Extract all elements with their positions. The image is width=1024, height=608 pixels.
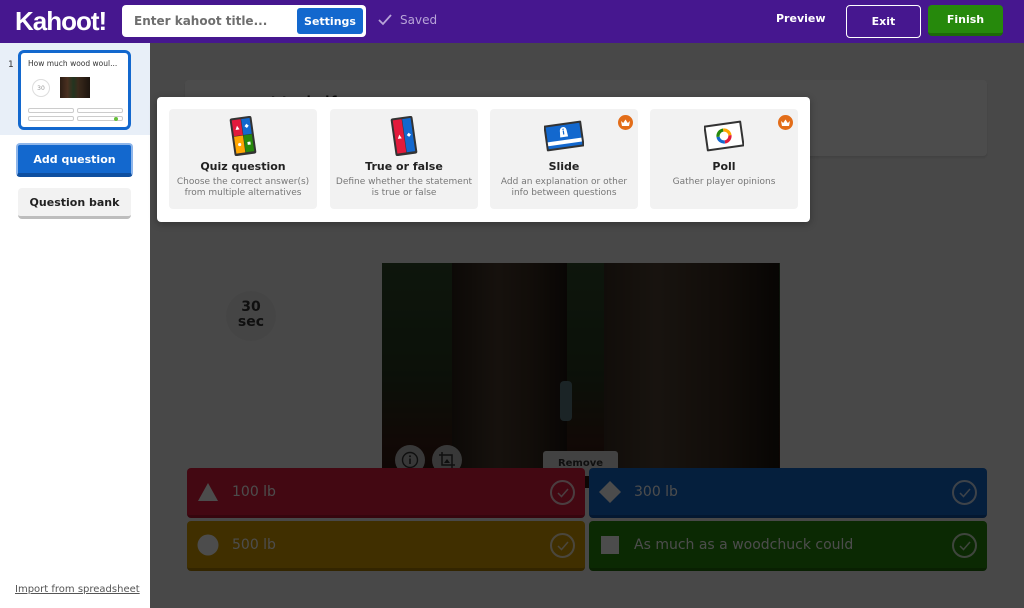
kahoot-title-field: Settings	[122, 5, 366, 37]
thumbnail-answer	[28, 108, 74, 113]
quiz-title: Quiz question	[200, 160, 286, 173]
saved-label: Saved	[400, 13, 438, 27]
slide-description: Add an explanation or other info between…	[500, 177, 628, 198]
question-type-true-false[interactable]: True or false Define whether the stateme…	[330, 109, 478, 209]
poll-icon	[703, 116, 745, 156]
question-type-picker: Quiz question Choose the correct answer(…	[157, 97, 810, 222]
thumbnail-answer	[77, 116, 123, 121]
correct-dot-icon	[114, 117, 118, 121]
true-false-title: True or false	[365, 160, 443, 173]
slide-list-item[interactable]: 1 How much wood woul... 30	[0, 43, 150, 135]
checkmark-icon	[378, 14, 392, 26]
finish-button[interactable]: Finish	[928, 5, 1003, 36]
true-false-icon	[384, 115, 424, 157]
question-type-poll[interactable]: Poll Gather player opinions	[650, 109, 798, 209]
kahoot-logo[interactable]: Kahoot!	[15, 6, 107, 37]
slide-thumbnail-image	[60, 77, 90, 98]
thumbnail-answer	[77, 108, 123, 113]
exit-button[interactable]: Exit	[846, 5, 921, 38]
saved-status: Saved	[378, 13, 437, 27]
poll-description: Gather player opinions	[672, 177, 776, 187]
preview-button[interactable]: Preview	[776, 12, 826, 25]
poll-title: Poll	[712, 160, 736, 173]
quiz-icon	[223, 115, 263, 157]
sidebar: 1 How much wood woul... 30 Add question …	[0, 43, 150, 608]
question-bank-button[interactable]: Question bank	[18, 188, 131, 219]
thumbnail-answer	[28, 116, 74, 121]
import-spreadsheet-link[interactable]: Import from spreadsheet	[15, 584, 140, 595]
slide-icon	[543, 116, 585, 156]
slide-thumbnail[interactable]: How much wood woul... 30	[18, 50, 131, 130]
slide-number: 1	[8, 60, 14, 70]
premium-crown-icon	[778, 115, 793, 130]
premium-crown-icon	[618, 115, 633, 130]
slide-thumbnail-title: How much wood woul...	[28, 59, 118, 68]
top-bar: Kahoot! Settings Saved Preview Exit Fini…	[0, 0, 1024, 43]
question-type-quiz[interactable]: Quiz question Choose the correct answer(…	[169, 109, 317, 209]
settings-button[interactable]: Settings	[297, 8, 363, 34]
slide-title: Slide	[548, 160, 580, 173]
true-false-description: Define whether the statement is true or …	[335, 177, 473, 198]
quiz-description: Choose the correct answer(s) from multip…	[176, 177, 310, 198]
kahoot-title-input[interactable]	[122, 14, 292, 28]
slide-thumbnail-timer: 30	[32, 79, 50, 97]
question-type-slide[interactable]: Slide Add an explanation or other info b…	[490, 109, 638, 209]
add-question-button[interactable]: Add question	[16, 143, 133, 177]
